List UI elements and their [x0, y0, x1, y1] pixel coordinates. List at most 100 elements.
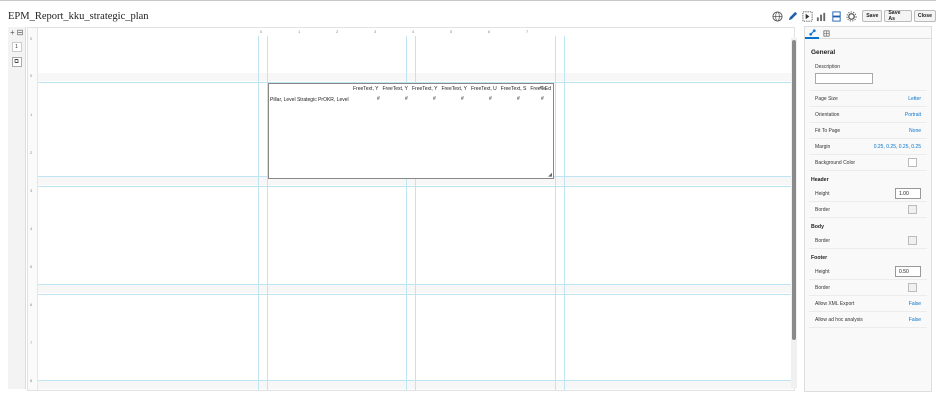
header-height-input[interactable]: 1.00: [895, 188, 921, 199]
resize-handle-icon[interactable]: ◢: [548, 172, 552, 178]
header-border-checkbox[interactable]: [908, 205, 917, 214]
guide-line: [555, 36, 556, 390]
ruler-tick: 5: [30, 264, 33, 269]
header-border-row: Border: [809, 202, 927, 218]
background-color-row: Background Color: [809, 155, 927, 171]
ruler-tick: 1: [30, 112, 33, 117]
link-icon: [808, 28, 816, 36]
ruler-tick: 3: [30, 188, 33, 193]
description-input[interactable]: [815, 73, 873, 84]
header-border-label: Border: [815, 207, 831, 213]
pencil-icon[interactable]: [787, 10, 799, 22]
page-size-label: Page Size: [815, 96, 838, 102]
top-border: [0, 0, 936, 1]
fit-to-page-label: Fit To Page: [815, 128, 841, 134]
close-button[interactable]: Close: [913, 10, 936, 22]
report-title: EPM_Report_kku_strategic_plan: [8, 11, 149, 22]
grid-header-cell: FreeText, S: [500, 86, 527, 92]
footer-height-label: Height: [815, 269, 830, 275]
grid-edit-icon[interactable]: ✎ Ed: [539, 86, 551, 92]
footer-height-input[interactable]: 0.50: [895, 266, 921, 277]
grid-header-cell: FreeText, Y: [441, 86, 467, 92]
save-button[interactable]: Save: [862, 10, 883, 22]
ruler-tick: 3: [374, 29, 377, 34]
ruler-tick: 7: [526, 29, 529, 34]
footer-border-row: Border: [809, 280, 927, 296]
section-band: [38, 285, 794, 293]
add-page-icon[interactable]: +: [10, 28, 15, 37]
ruler-tick: 2: [30, 150, 33, 155]
allow-xml-export-row: Allow XML Export False: [809, 296, 927, 312]
fit-to-page-value[interactable]: None: [909, 128, 921, 134]
orientation-label: Orientation: [815, 112, 840, 118]
ruler-tick: 6: [488, 29, 491, 34]
guide-line: [258, 36, 259, 390]
grid-cell: #: [405, 96, 408, 102]
grid-header-cell: FreeText, Y: [411, 86, 438, 92]
ruler-tick: 6: [30, 302, 33, 307]
left-rail: + ⊟ 1 ⧉: [8, 27, 26, 389]
layout-icon[interactable]: [831, 10, 843, 22]
grid-header-row: FreeText, Y FreeText, Y FreeText, Y FreeTex…: [353, 86, 550, 92]
properties-panel: General Description Page Size Letter Ori…: [804, 26, 932, 392]
footer-border-checkbox[interactable]: [908, 283, 917, 292]
insert-grid-icon[interactable]: [801, 10, 813, 22]
canvas-scrollbar[interactable]: [791, 38, 797, 388]
add-object-icon[interactable]: ⧉: [11, 57, 22, 67]
guide-line: [38, 284, 794, 285]
grid-corner-label: Ed: [544, 86, 551, 92]
tab-grid[interactable]: [819, 27, 833, 39]
delete-page-icon[interactable]: ⊟: [17, 28, 24, 37]
footer-border-label: Border: [815, 285, 831, 291]
allow-xml-export-label: Allow XML Export: [815, 301, 855, 307]
grid-cell: #: [461, 96, 464, 102]
guide-line: [564, 36, 565, 390]
allow-adhoc-value[interactable]: False: [909, 317, 921, 323]
grid-cell: #: [517, 96, 520, 102]
body-border-row: Border: [809, 233, 927, 249]
ruler-tick: 2: [336, 29, 339, 34]
page-size-value[interactable]: Letter: [908, 96, 921, 102]
grid-cell: #: [541, 96, 544, 102]
header-height-label: Height: [815, 191, 830, 197]
ruler-tick: 8: [30, 378, 33, 383]
globe-icon[interactable]: [772, 10, 784, 22]
ruler-tick: 4: [30, 226, 33, 231]
panel-heading: General: [811, 49, 836, 56]
grid-header-cell: FreeText, Y: [353, 86, 379, 92]
background-color-picker[interactable]: [908, 158, 917, 167]
header-height-row: Height 1.00: [809, 186, 927, 202]
ruler-tick: 4: [412, 29, 415, 34]
toolbar: Save Save As Close: [772, 9, 936, 23]
grid-icon: [823, 30, 829, 36]
section-band: [38, 381, 794, 389]
grid-header-cell: FreeText, U: [470, 86, 497, 92]
allow-adhoc-row: Allow ad hoc analysis False: [809, 312, 927, 328]
report-canvas[interactable]: 0 0 1 2 3 4 5 6 7 8 0 1 2 3 4 5 6 7 Free…: [27, 27, 795, 391]
body-section-title: Body: [811, 224, 824, 230]
gear-icon[interactable]: [846, 10, 858, 22]
grid-header-cell: FreeText, Y: [382, 86, 408, 92]
margin-value[interactable]: 0.25, 0.25, 0.25, 0.25: [874, 144, 921, 150]
description-label: Description: [815, 64, 841, 70]
orientation-value[interactable]: Portrait: [905, 112, 921, 118]
body-border-label: Border: [815, 238, 831, 244]
allow-xml-export-value[interactable]: False: [909, 301, 921, 307]
background-color-label: Background Color: [815, 160, 856, 166]
grid-cell: #: [377, 96, 380, 102]
description-field-group: Description: [809, 60, 927, 91]
grid-row-header: Pillar, Level Strategic PrOKR, Level: [270, 97, 349, 103]
report-grid[interactable]: FreeText, Y FreeText, Y FreeText, Y FreeTex…: [268, 83, 554, 179]
guide-line: [38, 294, 794, 295]
grid-cell: #: [489, 96, 492, 102]
scrollbar-thumb[interactable]: [792, 40, 796, 340]
save-as-button[interactable]: Save As: [884, 10, 912, 22]
horizontal-ruler: 0 1 2 3 4 5 6 7: [258, 28, 564, 36]
ruler-tick: 1: [298, 29, 301, 34]
page-thumbnail[interactable]: 1: [11, 42, 22, 52]
tab-properties[interactable]: [805, 27, 819, 39]
ruler-tick: 0: [30, 36, 33, 41]
margin-row: Margin 0.25, 0.25, 0.25, 0.25: [809, 139, 927, 155]
body-border-checkbox[interactable]: [908, 236, 917, 245]
chart-icon[interactable]: [816, 10, 828, 22]
